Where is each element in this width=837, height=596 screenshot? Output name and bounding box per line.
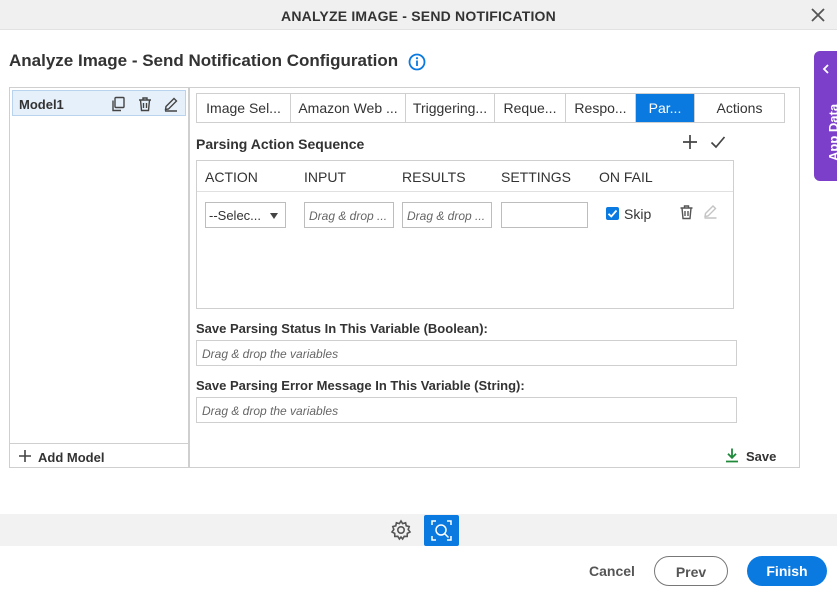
info-icon[interactable]	[408, 53, 426, 71]
column-header-settings: SETTINGS	[501, 169, 572, 185]
delete-row-icon[interactable]	[679, 204, 694, 220]
settings-field[interactable]	[501, 202, 588, 228]
check-icon[interactable]	[710, 134, 726, 150]
skip-label: Skip	[624, 206, 652, 222]
parsing-section-title: Parsing Action Sequence	[196, 136, 365, 152]
edit-icon[interactable]	[163, 96, 179, 112]
tab-parsing[interactable]: Par...	[636, 94, 695, 122]
add-row-icon[interactable]	[682, 134, 698, 150]
close-icon[interactable]	[809, 6, 827, 24]
model-item[interactable]: Model1	[12, 90, 186, 116]
parsing-grid: ACTION INPUT RESULTS SETTINGS ON FAIL --…	[196, 160, 734, 309]
status-variable-label: Save Parsing Status In This Variable (Bo…	[196, 321, 488, 336]
app-data-tab[interactable]: App Data	[814, 51, 837, 181]
title-bar: ANALYZE IMAGE - SEND NOTIFICATION	[0, 0, 837, 30]
save-button[interactable]: Save	[724, 447, 784, 465]
model-name: Model1	[19, 97, 64, 112]
tab-triggering[interactable]: Triggering...	[406, 94, 495, 122]
configuration-panel: Image Sel... Amazon Web ... Triggering..…	[189, 87, 800, 468]
column-header-action: ACTION	[205, 169, 258, 185]
chevron-left-icon	[822, 64, 829, 74]
copy-icon[interactable]	[110, 96, 126, 112]
action-select-value: --Selec...	[209, 208, 262, 223]
action-select[interactable]: --Selec...	[205, 202, 286, 228]
bottom-toolbar	[0, 514, 837, 546]
status-variable-field[interactable]: Drag & drop the variables	[196, 340, 737, 366]
column-header-on-fail: ON FAIL	[599, 169, 653, 185]
input-drop-field[interactable]: Drag & drop ...	[304, 202, 394, 228]
download-icon	[726, 448, 738, 463]
plus-icon	[19, 450, 31, 462]
image-search-icon	[431, 520, 452, 541]
edit-row-icon[interactable]	[703, 204, 718, 219]
error-variable-field[interactable]: Drag & drop the variables	[196, 397, 737, 423]
error-variable-label: Save Parsing Error Message In This Varia…	[196, 378, 525, 393]
add-model-button[interactable]: Add Model	[10, 443, 188, 467]
prev-button[interactable]: Prev	[654, 556, 728, 586]
tab-bar: Image Sel... Amazon Web ... Triggering..…	[196, 93, 785, 123]
cancel-button[interactable]: Cancel	[580, 556, 644, 586]
add-model-label: Add Model	[38, 450, 105, 465]
app-data-label: App Data	[826, 103, 837, 161]
skip-checkbox[interactable]	[606, 207, 619, 220]
tab-amazon-web-services[interactable]: Amazon Web ...	[291, 94, 406, 122]
tab-image-selection[interactable]: Image Sel...	[197, 94, 291, 122]
image-analysis-button[interactable]	[424, 515, 459, 546]
tab-request[interactable]: Reque...	[495, 94, 566, 122]
window-title: ANALYZE IMAGE - SEND NOTIFICATION	[281, 8, 556, 24]
column-header-input: INPUT	[304, 169, 346, 185]
model-list-panel: Model1 Add Model	[9, 87, 189, 468]
tab-actions[interactable]: Actions	[695, 94, 784, 122]
grid-header: ACTION INPUT RESULTS SETTINGS ON FAIL	[197, 161, 733, 192]
gear-icon[interactable]	[390, 519, 412, 541]
delete-icon[interactable]	[137, 96, 153, 112]
results-drop-field[interactable]: Drag & drop ...	[402, 202, 492, 228]
save-label: Save	[746, 449, 777, 464]
column-header-results: RESULTS	[402, 169, 466, 185]
tab-response[interactable]: Respo...	[566, 94, 636, 122]
finish-button[interactable]: Finish	[747, 556, 827, 586]
caret-down-icon	[270, 213, 278, 219]
page-title: Analyze Image - Send Notification Config…	[9, 51, 399, 70]
